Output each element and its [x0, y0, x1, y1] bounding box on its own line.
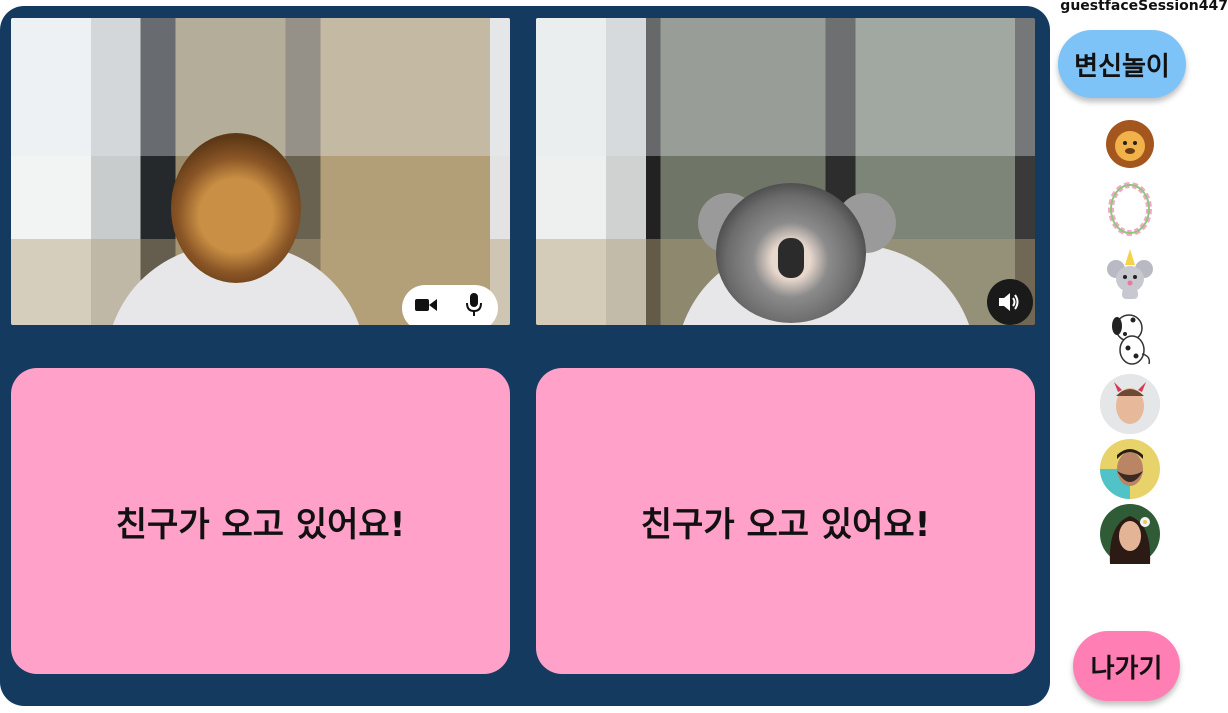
camera-toggle-button[interactable]	[410, 289, 442, 321]
transform-button[interactable]: 변신놀이	[1058, 30, 1186, 98]
filter-mouse[interactable]	[1100, 244, 1160, 304]
filter-woman-flower[interactable]	[1100, 504, 1160, 564]
waiting-message: 친구가 오고 있어요!	[640, 504, 931, 545]
remote-video-tile	[536, 18, 1035, 325]
woman-flower-avatar	[1100, 504, 1160, 564]
volume-icon	[999, 293, 1019, 311]
waiting-tile: 친구가 오고 있어요!	[536, 368, 1035, 674]
koala-nose	[778, 238, 804, 278]
bearded-man-avatar	[1100, 439, 1160, 499]
filter-lion[interactable]	[1100, 114, 1160, 174]
lion-face-filter	[171, 133, 301, 283]
flower-crown-icon	[1108, 182, 1152, 236]
mouse-party-hat-icon	[1107, 249, 1153, 299]
waiting-tile: 친구가 오고 있어요!	[11, 368, 510, 674]
waiting-message: 친구가 오고 있어요!	[115, 504, 406, 545]
microphone-toggle-button[interactable]	[458, 289, 490, 321]
devil-horns-man-avatar	[1100, 374, 1160, 434]
video-camera-icon	[415, 299, 437, 311]
filter-dalmatian[interactable]	[1100, 309, 1160, 369]
microphone-icon	[466, 293, 482, 316]
local-video-tile	[11, 18, 510, 325]
lion-face-icon	[1106, 120, 1154, 168]
filter-bearded-man[interactable]	[1100, 439, 1160, 499]
filter-devil-man[interactable]	[1100, 374, 1160, 434]
dalmatian-dog-icon	[1112, 314, 1151, 365]
media-controls	[402, 285, 498, 325]
filter-flower-crown[interactable]	[1100, 179, 1160, 239]
video-grid: 친구가 오고 있어요! 친구가 오고 있어요!	[0, 6, 1050, 706]
filter-list	[1100, 114, 1160, 569]
sidebar: 변신놀이 나가기	[1050, 0, 1228, 713]
leave-button[interactable]: 나가기	[1073, 631, 1180, 701]
volume-button[interactable]	[987, 279, 1033, 325]
